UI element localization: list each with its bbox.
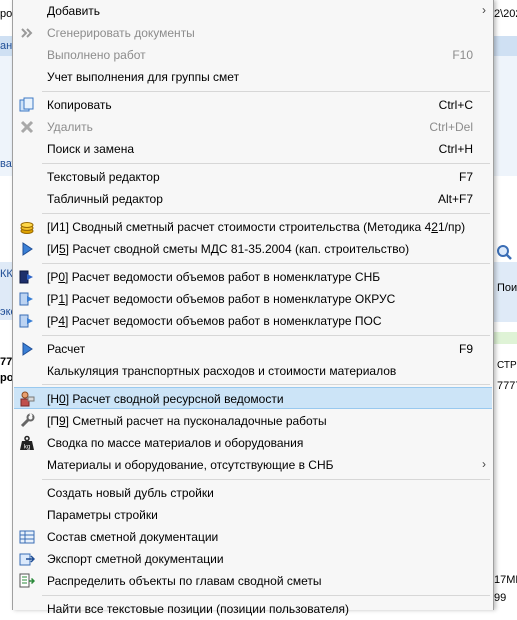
menu-item-label: Состав сметной документации xyxy=(47,530,219,544)
menu-separator xyxy=(42,479,490,480)
menu-item-mass-summary[interactable]: kg Сводка по массе материалов и оборудов… xyxy=(14,432,492,454)
submenu-arrow-icon: › xyxy=(482,457,486,471)
menu-item-label: [Р0] Расчет ведомости объемов работ в но… xyxy=(47,270,381,284)
menu-separator xyxy=(42,263,490,264)
worker-icon xyxy=(20,391,35,407)
delete-icon xyxy=(20,120,34,134)
background-title-text: 2\202 xyxy=(494,8,517,20)
menu-item-generate-documents[interactable]: Сгенерировать документы xyxy=(14,22,492,44)
menu-item-label: Текстовый редактор xyxy=(47,170,160,184)
menu-item-calculate[interactable]: Расчет F9 xyxy=(14,338,492,360)
menu-item-add[interactable]: Добавить › xyxy=(14,0,492,22)
menu-item-create-duplicate[interactable]: Создать новый дубль стройки xyxy=(14,482,492,504)
menu-item-transport-calculation[interactable]: Калькуляция транспортных расходов и стои… xyxy=(14,360,492,382)
menu-item-label: Копировать xyxy=(47,98,112,112)
menu-item-work-done[interactable]: Выполнено работ F10 xyxy=(14,44,492,66)
menu-item-r4-pos[interactable]: [Р4] Расчет ведомости объемов работ в но… xyxy=(14,310,492,332)
menu-item-shortcut: Ctrl+C xyxy=(438,98,473,112)
menu-item-label: [Р4] Расчет ведомости объемов работ в но… xyxy=(47,314,382,328)
menu-item-label: Найти все текстовые позиции (позиции пол… xyxy=(47,602,349,616)
menu-item-label: Учет выполнения для группы смет xyxy=(47,70,240,84)
menu-item-i1-summary-estimate[interactable]: [И1] Сводный сметный расчет стоимости ст… xyxy=(14,216,492,238)
background-left-snippet: 77 xyxy=(0,356,13,368)
menu-item-label: Материалы и оборудование, отсутствующие … xyxy=(47,458,334,472)
background-left-snippet: КК xyxy=(0,268,13,280)
menu-item-label: Калькуляция транспортных расходов и стои… xyxy=(47,364,397,378)
svg-text:kg: kg xyxy=(24,445,30,451)
background-green-cell xyxy=(492,332,517,344)
menu-item-label: [Н0] Расчет сводной ресурсной ведомости xyxy=(47,392,284,406)
menu-separator xyxy=(42,91,490,92)
menu-item-label: Поиск и замена xyxy=(47,142,135,156)
menu-separator xyxy=(42,163,490,164)
menu-item-label: Выполнено работ xyxy=(47,48,146,62)
background-right-snippet: 17МВ xyxy=(494,574,517,586)
menu-item-label: Распределить объекты по главам сводной с… xyxy=(47,574,322,588)
menu-item-group-accounting[interactable]: Учет выполнения для группы смет xyxy=(14,66,492,88)
menu-separator xyxy=(42,335,490,336)
background-right-snippet: 99 xyxy=(494,592,507,604)
table-icon xyxy=(19,530,35,544)
menu-item-i5-mds-estimate[interactable]: [И5] Расчет сводной сметы МДС 81-35.2004… xyxy=(14,238,492,260)
menu-item-r1-okrus[interactable]: [Р1] Расчет ведомости объемов работ в но… xyxy=(14,288,492,310)
document-arrow-dark-icon xyxy=(19,270,33,284)
menu-item-shortcut: F10 xyxy=(452,48,473,62)
menu-separator xyxy=(42,213,490,214)
background-right-snippet: 7777 xyxy=(497,380,517,392)
context-menu: Добавить › Сгенерировать документы Выпол… xyxy=(12,0,494,616)
menu-item-r0-snb[interactable]: [Р0] Расчет ведомости объемов работ в но… xyxy=(14,266,492,288)
menu-item-distribute-objects[interactable]: Распределить объекты по главам сводной с… xyxy=(14,570,492,592)
submenu-arrow-icon: › xyxy=(482,3,486,17)
menu-item-missing-materials[interactable]: Материалы и оборудование, отсутствующие … xyxy=(14,454,492,476)
document-arrow-icon xyxy=(19,314,33,328)
menu-item-label: Создать новый дубль стройки xyxy=(47,486,214,500)
menu-item-label: Параметры стройки xyxy=(47,508,158,522)
menu-item-label: [П9] Сметный расчет на пусконаладочные р… xyxy=(47,414,327,428)
menu-item-label: Сводка по массе материалов и оборудовани… xyxy=(47,436,304,450)
menu-item-table-editor[interactable]: Табличный редактор Alt+F7 xyxy=(14,188,492,210)
menu-item-shortcut: Alt+F7 xyxy=(437,192,473,206)
export-icon xyxy=(19,553,35,566)
menu-item-p9-commissioning[interactable]: [П9] Сметный расчет на пусконаладочные р… xyxy=(14,410,492,432)
wrench-icon xyxy=(20,413,35,428)
play-blue-icon xyxy=(22,242,33,256)
menu-item-export-documentation[interactable]: Экспорт сметной документации xyxy=(14,548,492,570)
menu-item-text-editor[interactable]: Текстовый редактор F7 xyxy=(14,166,492,188)
background-right-snippet: СТРОЙ xyxy=(497,360,517,371)
menu-item-label: Удалить xyxy=(47,120,93,134)
distribute-icon xyxy=(19,573,35,588)
menu-item-find-replace[interactable]: Поиск и замена Ctrl+H xyxy=(14,138,492,160)
background-ribbon-right xyxy=(492,36,517,57)
menu-item-shortcut: Ctrl+H xyxy=(438,142,473,156)
background-left-list xyxy=(0,176,12,610)
weight-icon: kg xyxy=(20,435,34,451)
menu-item-label: Табличный редактор xyxy=(47,192,163,206)
menu-item-label: [И1] Сводный сметный расчет стоимости ст… xyxy=(47,220,466,234)
menu-item-label: [И5] Расчет сводной сметы МДС 81-35.2004… xyxy=(47,242,410,256)
menu-item-copy[interactable]: Копировать Ctrl+C xyxy=(14,94,492,116)
copy-icon xyxy=(19,97,34,112)
play-blue-icon xyxy=(22,342,33,356)
menu-separator xyxy=(42,595,490,596)
background-right-panel xyxy=(492,56,517,176)
menu-item-label: Сгенерировать документы xyxy=(47,26,195,40)
menu-item-shortcut: F7 xyxy=(458,170,473,184)
coins-icon xyxy=(20,222,34,234)
menu-item-label: [Р1] Расчет ведомости объемов работ в но… xyxy=(47,292,396,306)
background-search-label[interactable]: Поис xyxy=(497,282,517,294)
menu-item-find-text-positions[interactable]: Найти все текстовые позиции (позиции пол… xyxy=(14,598,492,620)
double-arrow-icon xyxy=(21,28,33,38)
menu-item-shortcut: Ctrl+Del xyxy=(429,120,473,134)
search-icon[interactable] xyxy=(496,244,512,260)
menu-item-label: Расчет xyxy=(47,342,86,356)
menu-item-label: Добавить xyxy=(47,4,101,18)
menu-item-shortcut: F9 xyxy=(458,342,473,356)
menu-item-label: Экспорт сметной документации xyxy=(47,552,224,566)
menu-item-construction-parameters[interactable]: Параметры стройки xyxy=(14,504,492,526)
menu-item-delete[interactable]: Удалить Ctrl+Del xyxy=(14,116,492,138)
menu-item-documentation-composition[interactable]: Состав сметной документации xyxy=(14,526,492,548)
menu-item-n0-resource-statement[interactable]: [Н0] Расчет сводной ресурсной ведомости xyxy=(14,387,492,409)
document-arrow-icon xyxy=(19,292,33,306)
menu-separator xyxy=(42,384,490,385)
